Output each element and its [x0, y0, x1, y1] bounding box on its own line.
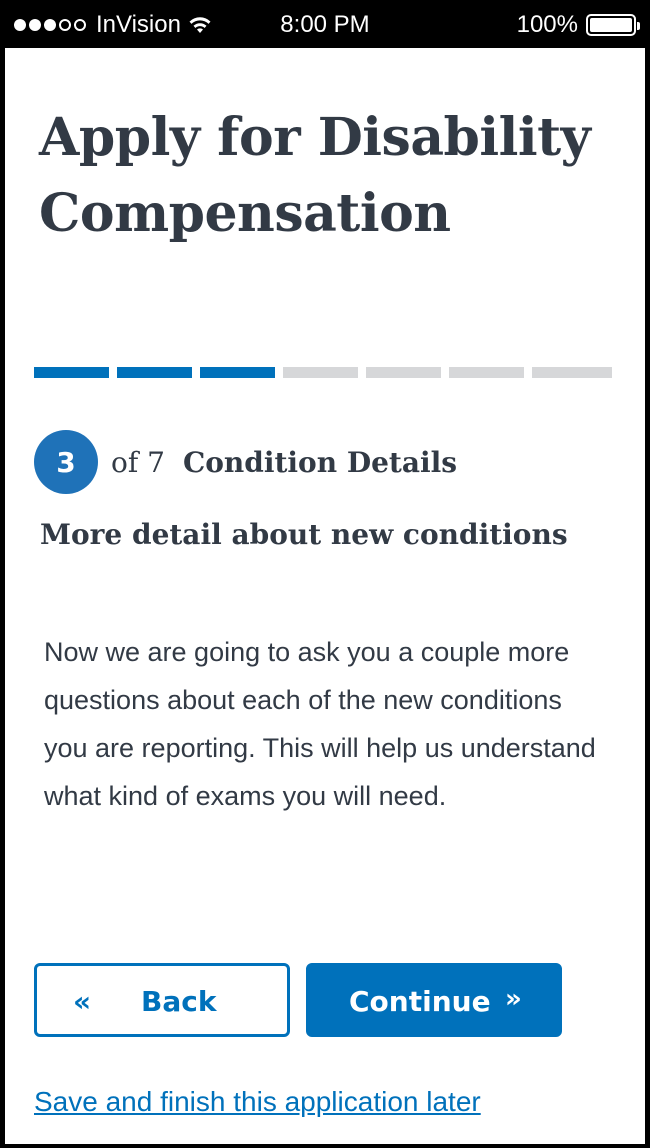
battery-group: 100%	[516, 11, 640, 39]
progress-segment-2	[117, 367, 192, 378]
step-indicator: 3 of 7 Condition Details	[34, 430, 457, 494]
section-description: Now we are going to ask you a couple mor…	[44, 637, 596, 811]
status-bar: InVision 8:00 PM 100%	[0, 0, 650, 50]
progress-segment-4	[283, 367, 358, 378]
battery-icon	[586, 14, 640, 36]
back-button[interactable]: « Back	[34, 963, 290, 1037]
progress-segment-3	[200, 367, 275, 378]
double-chevron-left-icon: «	[73, 985, 92, 1018]
progress-segment-7	[532, 367, 612, 378]
battery-percent: 100%	[516, 11, 578, 38]
form-screen: Apply for Disability Compensation 3 of 7…	[5, 48, 645, 1144]
double-chevron-right-icon: »	[505, 984, 522, 1014]
progress-bar	[34, 367, 612, 378]
progress-segment-5	[366, 367, 441, 378]
section-heading: More detail about new conditions	[40, 518, 568, 551]
step-title: Condition Details	[182, 445, 458, 479]
step-of-total: of 7	[111, 445, 165, 479]
step-number-badge: 3	[34, 430, 98, 494]
back-button-label: Back	[141, 985, 217, 1018]
progress-segment-1	[34, 367, 109, 378]
continue-button-label: Continue	[349, 985, 491, 1018]
page-title: Apply for Disability Compensation	[39, 107, 591, 244]
progress-segment-6	[449, 367, 524, 378]
continue-button[interactable]: Continue »	[306, 963, 562, 1037]
save-later-link[interactable]: Save and finish this application later	[34, 1086, 481, 1118]
